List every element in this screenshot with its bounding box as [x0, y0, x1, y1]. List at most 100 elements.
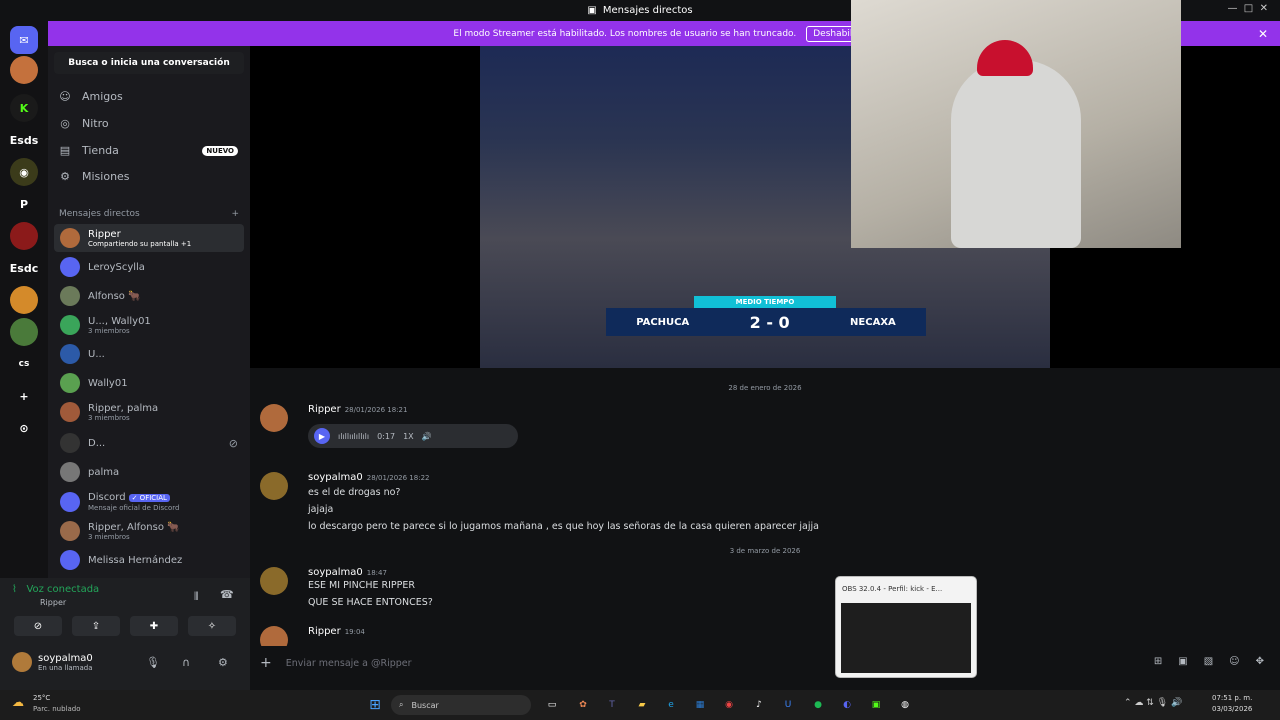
spotify-icon[interactable]: ●	[809, 696, 827, 714]
search-conversation-button[interactable]: Busca o inicia una conversación	[54, 52, 244, 74]
discover-icon[interactable]: ⊙	[10, 414, 38, 442]
start-icon[interactable]: ⊞	[366, 696, 384, 714]
dm-item[interactable]: U..., Wally01 3 miembros	[54, 311, 244, 339]
nav-store[interactable]: ▤ Tienda NUEVO	[58, 144, 238, 157]
dm-item[interactable]: Ripper, Alfonso 🐂 3 miembros	[54, 517, 244, 545]
dm-section-header: Mensajes directos +	[59, 209, 239, 219]
weather-temp[interactable]: 25°C	[33, 694, 50, 702]
obs-icon[interactable]: ◍	[896, 696, 914, 714]
dm-icon: ▣	[587, 4, 597, 16]
waveform-icon: ılıllıılıllılı	[338, 431, 370, 441]
server-avatar[interactable]	[10, 56, 38, 84]
disconnect-icon[interactable]: ☎	[220, 588, 234, 601]
volume-icon[interactable]: 🔊	[422, 432, 432, 441]
app-icon[interactable]: U	[779, 696, 797, 714]
new-badge: NUEVO	[202, 145, 238, 156]
avatar	[60, 521, 80, 541]
play-button[interactable]: ▶	[314, 428, 330, 444]
avatar	[260, 567, 288, 595]
message-composer: + Enviar mensaje a @Ripper ⊞ ▣ ▧ ☺ ✥	[250, 646, 1280, 690]
taskbar-search[interactable]: ⌕ Buscar	[391, 695, 531, 715]
server-icon[interactable]	[10, 286, 38, 314]
obs-title: OBS 32.0.4 - Perfil: kick - E...	[842, 585, 943, 593]
copilot-icon[interactable]: ✿	[574, 696, 592, 714]
dm-item[interactable]: Wally01	[54, 369, 244, 397]
weather-icon: ☁	[12, 695, 24, 709]
tiktok-icon[interactable]: ♪	[750, 696, 768, 714]
dm-item[interactable]: palma	[54, 458, 244, 486]
dm-item[interactable]: Ripper Compartiendo su pantalla +1	[54, 224, 244, 252]
nav-quests[interactable]: ⚙ Misiones	[58, 170, 238, 183]
mic-icon[interactable]: 🎙	[146, 656, 160, 669]
obs-taskbar-preview[interactable]: OBS 32.0.4 - Perfil: kick - E...	[835, 576, 977, 678]
dm-item[interactable]: Melissa Hernández	[54, 546, 244, 574]
weather-desc[interactable]: Parc. nublado	[33, 705, 81, 713]
task-view-icon[interactable]: ▭	[543, 696, 561, 714]
tray-icons[interactable]: ⌃ ☁ ⇅ 🎙 🔊	[1124, 698, 1182, 708]
noise-icon[interactable]: ⫴	[194, 590, 199, 604]
avatar	[60, 344, 80, 364]
add-attachment-icon[interactable]: +	[260, 655, 272, 671]
clock-date[interactable]: 03/03/2026	[1212, 705, 1252, 713]
dm-item[interactable]: Alfonso 🐂	[54, 282, 244, 310]
avatar	[60, 373, 80, 393]
server-icon[interactable]	[10, 318, 38, 346]
headphones-icon[interactable]: ∩	[182, 656, 190, 669]
avatar	[60, 228, 80, 248]
dm-item[interactable]: D... ⊘	[54, 429, 244, 457]
server-icon[interactable]	[10, 222, 38, 250]
store-icon[interactable]: ▦	[691, 696, 709, 714]
avatar	[60, 315, 80, 335]
dm-item[interactable]: U...	[54, 340, 244, 368]
composer-icons: ⊞ ▣ ▧ ☺ ✥	[1154, 656, 1264, 667]
dm-item[interactable]: Discord ✓ OFICIAL Mensaje oficial de Disco…	[54, 488, 244, 516]
edge-icon[interactable]: e	[662, 696, 680, 714]
teams-icon[interactable]: T	[603, 696, 621, 714]
dm-item[interactable]: Ripper, palma 3 miembros	[54, 398, 244, 426]
nav-nitro[interactable]: ◎ Nitro	[58, 117, 238, 130]
explorer-icon[interactable]: ▰	[633, 696, 651, 714]
emoji-icon[interactable]: ☺	[1229, 656, 1239, 667]
server-cs[interactable]: cs	[10, 350, 38, 378]
discord-icon[interactable]: ◐	[838, 696, 856, 714]
activities-button[interactable]: ✚	[130, 616, 178, 636]
official-badge: ✓ OFICIAL	[128, 494, 170, 502]
apps-icon[interactable]: ✥	[1256, 656, 1264, 667]
settings-icon[interactable]: ⚙	[218, 656, 228, 669]
gif-icon[interactable]: ▣	[1178, 656, 1187, 667]
message-input[interactable]: + Enviar mensaje a @Ripper	[260, 652, 1270, 674]
window-controls[interactable]: — □ ✕	[1227, 3, 1268, 14]
close-icon[interactable]: ✕	[1258, 27, 1268, 41]
blocked-icon: ⊘	[228, 436, 238, 450]
server-p[interactable]: P	[10, 190, 38, 218]
kick-icon[interactable]: ▣	[867, 696, 885, 714]
camera-button[interactable]: ⊘	[14, 616, 62, 636]
gift-icon[interactable]: ⊞	[1154, 656, 1162, 667]
discord-home-icon[interactable]: ✉	[10, 26, 38, 54]
chrome-icon[interactable]: ◉	[720, 696, 738, 714]
dm-item[interactable]: LeroyScylla	[54, 253, 244, 281]
quests-icon: ⚙	[60, 170, 70, 183]
avatar	[60, 550, 80, 570]
nav-friends[interactable]: ☺ Amigos	[58, 90, 238, 103]
clock-time[interactable]: 07:51 p. m.	[1212, 694, 1252, 702]
dm-sidebar: Busca o inicia una conversación ☺ Amigos …	[48, 46, 250, 578]
server-esds[interactable]: Esds	[10, 126, 38, 154]
sticker-icon[interactable]: ▧	[1204, 656, 1213, 667]
webcam-overlay	[851, 0, 1181, 248]
window-title: Mensajes directos	[602, 4, 693, 16]
date-separator: 28 de enero de 2026	[728, 384, 802, 392]
server-esdc[interactable]: Esdc	[10, 254, 38, 282]
kick-server-icon[interactable]: K	[10, 94, 38, 122]
voice-panel: ⌇ Voz conectada Ripper ⫴ ☎ ⊘ ⇪ ✚ ✧ soypa…	[0, 578, 250, 690]
soundboard-button[interactable]: ✧	[188, 616, 236, 636]
add-dm-icon[interactable]: +	[231, 209, 239, 219]
person	[951, 60, 1081, 248]
server-icon[interactable]: ◉	[10, 158, 38, 186]
halftime-label: MEDIO TIEMPO	[694, 296, 836, 308]
taskbar: ☁ 25°C Parc. nublado ⊞ ⌕ Buscar ▭ ✿ T ▰ e…	[0, 690, 1280, 720]
screenshare-button[interactable]: ⇪	[72, 616, 120, 636]
add-server-icon[interactable]: +	[10, 382, 38, 410]
user-panel[interactable]: soypalma0 En una llamada	[12, 652, 93, 672]
playback-speed[interactable]: 1X	[403, 432, 414, 441]
